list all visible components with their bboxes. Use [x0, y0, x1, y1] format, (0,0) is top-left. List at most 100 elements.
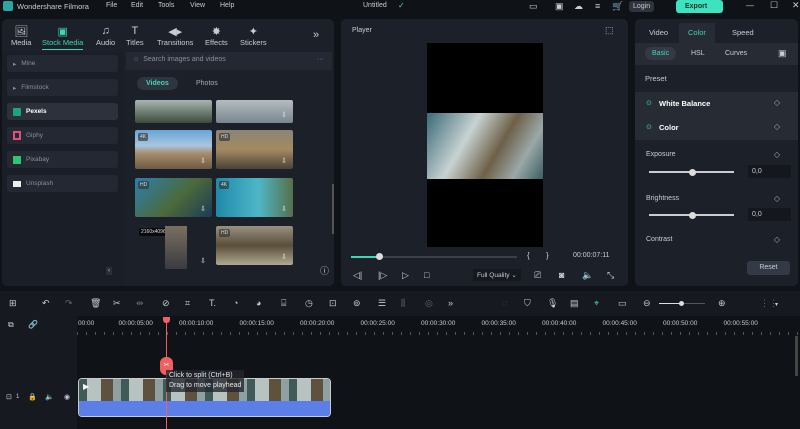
text-icon[interactable]: T.	[209, 298, 216, 308]
layout-grid-icon[interactable]: ⊞	[9, 298, 17, 309]
color-toggle[interactable]: ⊙	[646, 123, 652, 131]
delete-icon[interactable]: 🗑	[90, 298, 101, 309]
menu-view[interactable]: View	[190, 2, 205, 9]
search-input[interactable]: Search images and videos	[143, 56, 226, 66]
lock-icon[interactable]: 🔒	[28, 393, 37, 401]
display-icon[interactable]: ⎚	[534, 270, 541, 281]
more-tools-icon[interactable]: »	[448, 298, 453, 308]
timer-icon[interactable]: ◷	[305, 298, 313, 309]
add-track-icon[interactable]: ⧉	[8, 320, 14, 330]
stop-icon[interactable]: □	[424, 270, 429, 280]
search-bar[interactable]: ○ Search images and videos ···	[126, 52, 332, 70]
undo-icon[interactable]: ↶	[42, 298, 50, 309]
scopes-icon[interactable]: ⬚	[605, 25, 614, 36]
tab-stock-media[interactable]: ▣Stock Media	[42, 25, 83, 50]
layout-icon[interactable]: ▭	[529, 1, 538, 12]
tab-transitions[interactable]: ◀▸Transitions	[157, 25, 193, 47]
slider-handle[interactable]	[689, 212, 696, 219]
save-preset-icon[interactable]: ▣	[778, 48, 787, 59]
download-icon[interactable]: ⇩	[200, 257, 206, 265]
more-tabs-icon[interactable]: »	[313, 29, 319, 41]
menu-tools[interactable]: Tools	[158, 2, 174, 9]
green-screen-icon[interactable]: ⌸	[281, 298, 286, 309]
audio-detach-icon[interactable]: ⇹	[136, 298, 144, 309]
tab-videos[interactable]: Videos	[137, 77, 178, 90]
next-frame-icon[interactable]: |▷	[378, 270, 387, 281]
save-icon[interactable]: ▣	[555, 1, 564, 12]
playhead-top-handle[interactable]	[163, 317, 170, 323]
tab-audio[interactable]: ♫Audio	[96, 25, 115, 47]
dropdown-icon[interactable]: ▾	[775, 301, 778, 308]
redo-icon[interactable]: ↷	[65, 298, 73, 309]
reset-button[interactable]: Reset	[747, 261, 790, 275]
sidebar-item-pexels[interactable]: Pexels	[7, 103, 118, 120]
split-icon[interactable]: ⫼	[401, 298, 405, 309]
mask-icon[interactable]: ⊘	[162, 298, 170, 309]
mark-out-icon[interactable]: }	[546, 251, 549, 260]
cart-icon[interactable]: 🛒	[612, 1, 623, 12]
menu-edit[interactable]: Edit	[131, 2, 143, 9]
zoom-in-icon[interactable]: ⊕	[718, 298, 726, 309]
media-scrollbar[interactable]	[332, 184, 334, 234]
subtab-curves[interactable]: Curves	[725, 50, 747, 57]
tab-photos[interactable]: Photos	[190, 77, 224, 90]
snapshot-icon[interactable]: ◙	[559, 270, 564, 280]
download-icon[interactable]: ⇩	[281, 253, 287, 261]
subtab-basic[interactable]: Basic	[645, 47, 676, 60]
stock-thumbnail[interactable]: 2160x4096⇩	[139, 226, 212, 269]
microphone-icon[interactable]: 🎙	[547, 298, 558, 309]
keyframe-icon[interactable]: ⊚	[353, 298, 361, 309]
download-icon[interactable]: ⇩	[281, 157, 287, 165]
stock-thumbnail[interactable]: HD⇩	[216, 226, 293, 265]
close-icon[interactable]: ✕	[792, 0, 800, 11]
crop-icon[interactable]: ⌗	[185, 298, 190, 309]
zoom-slider[interactable]	[659, 303, 705, 304]
pip-icon[interactable]: ▭	[618, 298, 627, 309]
sidebar-item-unsplash[interactable]: Unsplash	[7, 175, 118, 192]
volume-icon[interactable]: 🔈	[582, 270, 593, 281]
stock-thumbnail[interactable]: HD⇩	[135, 178, 212, 217]
feedback-icon[interactable]: ⓘ	[320, 264, 329, 277]
fullscreen-icon[interactable]: ⤡	[607, 270, 614, 281]
keyframe-icon[interactable]: ◇	[774, 122, 780, 131]
collapse-sidebar-icon[interactable]: ‹	[106, 267, 112, 275]
menu-file[interactable]: File	[106, 2, 117, 9]
maximize-icon[interactable]: ☐	[770, 0, 778, 11]
auto-reframe-icon[interactable]: ⊡	[329, 298, 337, 309]
tab-stickers[interactable]: ✦Stickers	[240, 25, 267, 47]
stock-thumbnail[interactable]: ⇩	[216, 100, 293, 123]
tab-effects[interactable]: ✸Effects	[205, 25, 228, 47]
stock-thumbnail[interactable]: 4K⇩	[135, 130, 212, 169]
visibility-icon[interactable]: ◉	[64, 393, 70, 401]
download-icon[interactable]: ⇩	[281, 205, 287, 213]
prev-frame-icon[interactable]: ◁|	[353, 270, 362, 281]
marker-icon[interactable]: ⛉	[524, 298, 531, 309]
sidebar-item-mine[interactable]: ▸Mine	[7, 55, 118, 72]
mute-icon[interactable]: 🔈	[45, 393, 54, 401]
playback-progress[interactable]	[351, 256, 517, 258]
minimize-icon[interactable]: —	[746, 1, 754, 10]
download-icon[interactable]: ⇩	[281, 111, 287, 119]
progress-handle[interactable]	[376, 253, 383, 260]
export-button[interactable]: Export ⌄	[676, 0, 723, 13]
render-icon[interactable]: ◌	[502, 298, 507, 308]
login-button[interactable]: Login	[629, 1, 654, 12]
adjust-icon[interactable]: ☰	[378, 298, 386, 309]
keyframe-icon[interactable]: ◇	[774, 194, 780, 203]
tab-titles[interactable]: TTitles	[126, 25, 144, 47]
stock-thumbnail[interactable]: HD⇩	[216, 130, 293, 169]
exposure-value[interactable]: 0,0	[748, 165, 791, 178]
exposure-slider[interactable]	[649, 171, 734, 173]
stock-thumbnail[interactable]	[135, 100, 212, 123]
tab-video[interactable]: Video	[649, 28, 668, 37]
cloud-icon[interactable]: ☁	[574, 1, 583, 12]
brightness-slider[interactable]	[649, 214, 734, 216]
color-icon[interactable]: ◕	[256, 298, 261, 308]
download-icon[interactable]: ⇩	[200, 205, 206, 213]
sidebar-item-pixabay[interactable]: Pixabay	[7, 151, 118, 168]
speed-icon[interactable]: ◔	[233, 298, 238, 308]
cut-icon[interactable]: ✂	[113, 298, 121, 309]
keyframe-icon[interactable]: ◇	[774, 98, 780, 107]
play-icon[interactable]: ▷	[402, 270, 409, 281]
menu-list-icon[interactable]: ≡	[595, 1, 600, 11]
